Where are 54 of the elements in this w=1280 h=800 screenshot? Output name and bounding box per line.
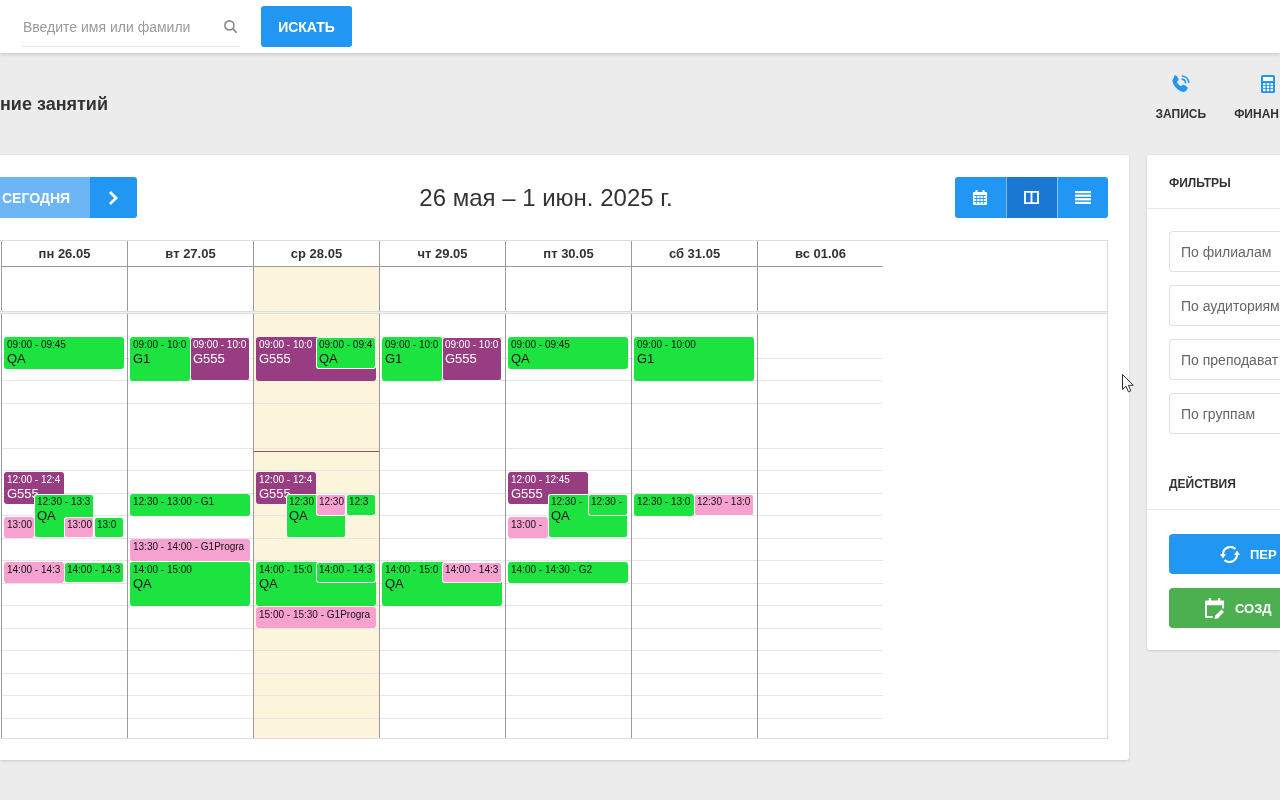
event-label: 13:30 - 14:00 - G1Progra	[133, 541, 245, 553]
section-title: ФИЛЬТРЫ	[1169, 176, 1231, 190]
event-title: G1	[385, 350, 403, 366]
event-time: 09:00 - 10:0	[133, 338, 187, 351]
event-title: QA	[550, 508, 570, 523]
event-time: 09:00 - 09:45	[7, 338, 66, 351]
event-time: 14:00 - 15:00	[133, 563, 192, 576]
event-title: QA	[511, 350, 530, 366]
event-title: QA	[288, 508, 308, 523]
event-time: 12:00 - 12:4	[7, 473, 61, 486]
event-title: G555	[259, 350, 291, 366]
event-label: 14:00 - 14:3	[444, 563, 499, 576]
event-title: G1	[637, 350, 655, 366]
section-title: ДЕЙСТВИЯ	[1169, 477, 1236, 491]
event-time: 09:00 - 10:0	[192, 338, 247, 351]
event-time: 14:00 - 15:0	[385, 563, 439, 576]
event-label: 13:00 -	[511, 518, 543, 531]
event-label: 12:30	[318, 496, 344, 508]
event-title: QA	[318, 350, 338, 366]
event-time: 09:00 - 10:0	[444, 338, 499, 351]
event-label: 13:00	[7, 518, 33, 531]
event-title: G555	[444, 350, 477, 366]
event-title: QA	[36, 508, 56, 523]
event-label: 14:00 - 14:3	[7, 563, 61, 576]
event-label: 14:00 - 14:3	[66, 563, 121, 576]
event-time: 09:00 - 10:0	[385, 338, 439, 351]
page-title: ние занятий	[0, 93, 108, 115]
event-label: 14:00 - 14:3	[318, 563, 373, 576]
event-time: 09:00 - 10:00	[637, 338, 696, 351]
event-time: 12:30 -	[550, 496, 583, 508]
event-label: 13:00	[66, 518, 92, 531]
event-time: 09:00 - 09:4	[318, 338, 373, 351]
event-title: G555	[192, 350, 225, 366]
event-title: QA	[133, 575, 152, 591]
event-time: 14:00 - 15:0	[259, 563, 313, 576]
event-title: G1	[133, 350, 151, 366]
event-title: G555	[511, 485, 543, 501]
event-time: 09:00 - 10:0	[259, 338, 313, 351]
event-label: 12:30 - 13:0	[696, 496, 751, 508]
event-title: QA	[259, 575, 278, 591]
event-title: QA	[7, 350, 26, 366]
event-label: 14:00 - 14:30 - G2	[511, 563, 593, 576]
event-label: 12:3	[348, 496, 369, 508]
event-label: 12:30 -	[590, 496, 623, 508]
event-label: 15:00 - 15:30 - G1Progra	[259, 608, 371, 621]
event-time: 12:30	[288, 496, 314, 508]
event-title: QA	[385, 575, 404, 591]
event-label: 13:0	[96, 518, 117, 531]
event-time: 12:00 - 12:4	[259, 473, 313, 486]
calendar-title: 26 мая – 1 июн. 2025 г.	[419, 183, 673, 212]
event-label: 12:30 - 13:0	[637, 496, 691, 508]
event-label: 12:30 - 13:00 - G1	[133, 496, 215, 508]
event-time: 12:00 - 12:45	[511, 473, 570, 486]
event-time: 09:00 - 09:45	[511, 338, 570, 351]
